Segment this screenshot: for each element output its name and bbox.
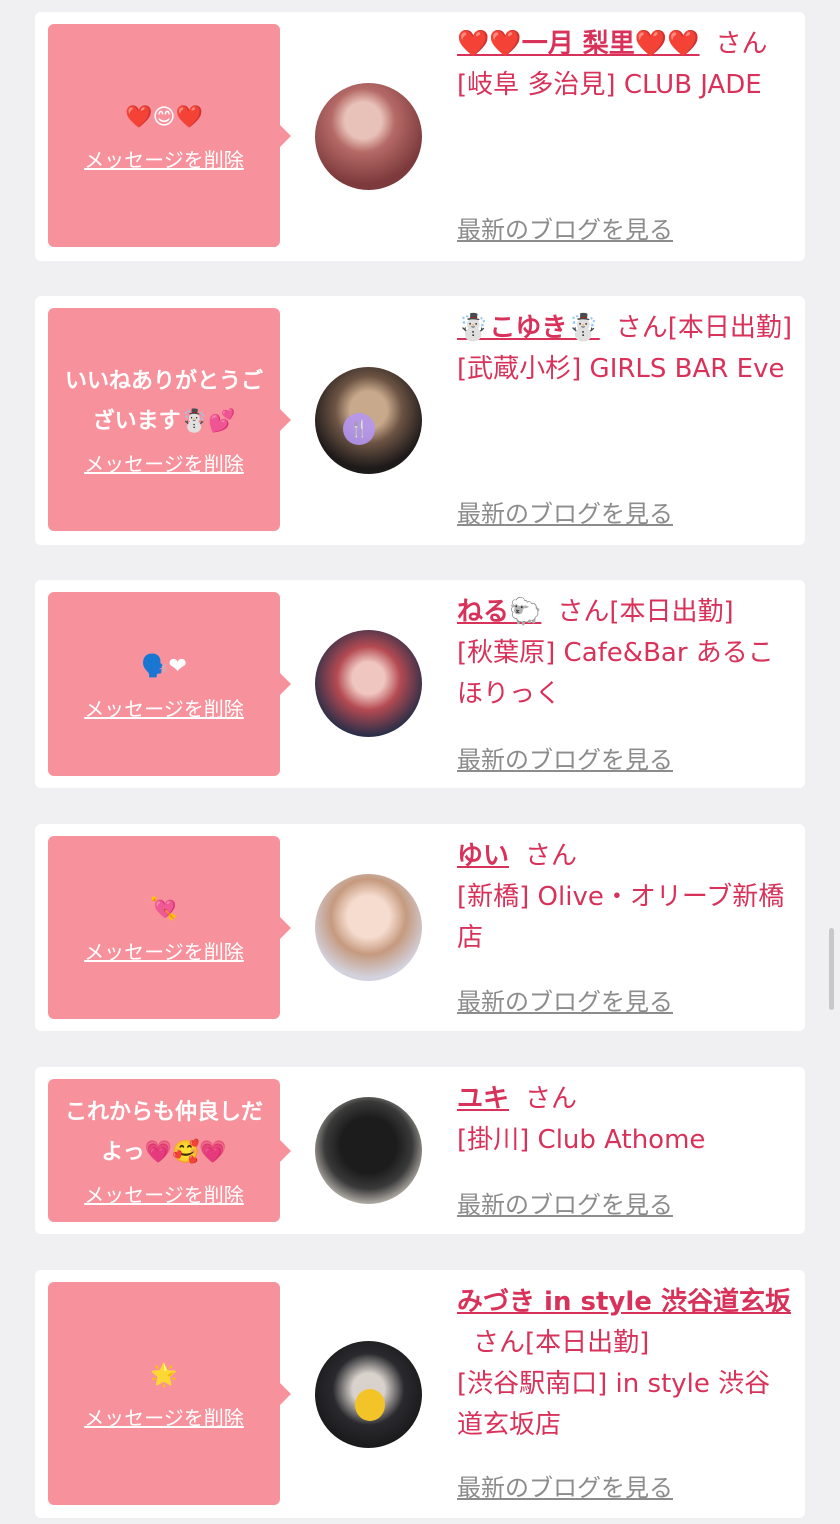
cast-info: ねる🐑 さん[本日出勤] [秋葉原] Cafe&Bar あるこほりっく <box>457 592 793 715</box>
avatar[interactable] <box>315 1341 422 1448</box>
shop-label: [岐阜 多治見] CLUB JADE <box>457 70 762 100</box>
delete-message-link[interactable]: メッセージを削除 <box>84 936 244 965</box>
delete-message-link[interactable]: メッセージを削除 <box>84 1179 244 1208</box>
cast-info: ☃️こゆき☃️ さん[本日出勤] [武蔵小杉] GIRLS BAR Eve <box>457 308 793 390</box>
message-text: 💘 <box>150 897 178 922</box>
message-card: いいねありがとうございます☃️💕 メッセージを削除 🍴 ☃️こゆき☃️ さん[本日… <box>35 296 805 545</box>
latest-blog-link[interactable]: 最新のブログを見る <box>457 494 673 529</box>
cast-name-link[interactable]: ゆい <box>457 841 509 871</box>
delete-message-link[interactable]: メッセージを削除 <box>84 144 244 173</box>
delete-message-link[interactable]: メッセージを削除 <box>84 448 244 477</box>
cast-info: ゆい さん [新橋] Olive・オリーブ新橋店 <box>457 836 793 959</box>
shop-label: [秋葉原] Cafe&Bar あるこほりっく <box>457 638 774 709</box>
message-bubble: 💘 メッセージを削除 <box>48 836 291 1019</box>
message-card: これからも仲良しだよっ💗🥰💗 メッセージを削除 ユキ さん [掛川] Club A… <box>35 1067 805 1234</box>
shop-label: [掛川] Club Athome <box>457 1125 706 1155</box>
message-card: 💘 メッセージを削除 ゆい さん [新橋] Olive・オリーブ新橋店 最新のブロ… <box>35 824 805 1031</box>
honorific: さん[本日出勤] <box>615 313 793 343</box>
shop-label: [新橋] Olive・オリーブ新橋店 <box>457 882 785 953</box>
message-text: 🗣️❤︎ <box>141 653 187 679</box>
avatar[interactable]: 🍴 <box>315 367 422 474</box>
restaurant-icon: 🍴 <box>343 413 375 445</box>
message-text: いいねありがとうございます☃️💕 <box>64 369 263 434</box>
delete-message-link[interactable]: メッセージを削除 <box>84 1402 244 1431</box>
honorific: さん <box>525 841 578 871</box>
scrollbar[interactable] <box>829 928 834 1010</box>
cast-info: ユキ さん [掛川] Club Athome <box>457 1079 793 1161</box>
cast-name-link[interactable]: ねる🐑 <box>457 597 541 627</box>
avatar[interactable] <box>315 874 422 981</box>
avatar[interactable] <box>315 1097 422 1204</box>
message-text: 🌟 <box>150 1363 178 1388</box>
latest-blog-link[interactable]: 最新のブログを見る <box>457 740 673 775</box>
cast-info: みづき in style 渋谷道玄坂さん[本日出勤] [渋谷駅南口] in st… <box>457 1282 793 1446</box>
cast-name-link[interactable]: みづき in style 渋谷道玄坂 <box>457 1287 791 1317</box>
message-text: これからも仲良しだよっ💗🥰💗 <box>64 1100 263 1165</box>
cast-info: ❤️❤️一月 梨里❤️❤️ さん [岐阜 多治見] CLUB JADE <box>457 24 793 106</box>
cast-name-link[interactable]: ユキ <box>457 1084 509 1114</box>
message-bubble: ❤️😊❤️ メッセージを削除 <box>48 24 291 247</box>
message-card: ❤️😊❤️ メッセージを削除 ❤️❤️一月 梨里❤️❤️ さん [岐阜 多治見] … <box>35 12 805 261</box>
message-bubble: これからも仲良しだよっ💗🥰💗 メッセージを削除 <box>48 1079 291 1222</box>
honorific: さん[本日出勤] <box>473 1328 650 1358</box>
honorific: さん <box>715 29 768 59</box>
message-card: 🌟 メッセージを削除 みづき in style 渋谷道玄坂さん[本日出勤] [渋… <box>35 1270 805 1518</box>
message-text: ❤️😊❤️ <box>125 105 203 130</box>
message-bubble: 🗣️❤︎ メッセージを削除 <box>48 592 291 776</box>
latest-blog-link[interactable]: 最新のブログを見る <box>457 1185 673 1220</box>
message-bubble: 🌟 メッセージを削除 <box>48 1282 291 1505</box>
latest-blog-link[interactable]: 最新のブログを見る <box>457 210 673 245</box>
shop-label: [渋谷駅南口] in style 渋谷道玄坂店 <box>457 1369 771 1440</box>
avatar[interactable] <box>315 83 422 190</box>
delete-message-link[interactable]: メッセージを削除 <box>84 693 244 722</box>
latest-blog-link[interactable]: 最新のブログを見る <box>457 982 673 1017</box>
face-blur-sticker <box>355 1389 385 1421</box>
avatar[interactable] <box>315 630 422 737</box>
honorific: さん[本日出勤] <box>557 597 734 627</box>
message-bubble: いいねありがとうございます☃️💕 メッセージを削除 <box>48 308 291 531</box>
latest-blog-link[interactable]: 最新のブログを見る <box>457 1468 673 1503</box>
honorific: さん <box>525 1084 578 1114</box>
cast-name-link[interactable]: ❤️❤️一月 梨里❤️❤️ <box>457 29 700 59</box>
cast-name-link[interactable]: ☃️こゆき☃️ <box>457 313 600 343</box>
shop-label: [武蔵小杉] GIRLS BAR Eve <box>457 354 785 384</box>
message-card: 🗣️❤︎ メッセージを削除 ねる🐑 さん[本日出勤] [秋葉原] Cafe&Bar… <box>35 580 805 788</box>
